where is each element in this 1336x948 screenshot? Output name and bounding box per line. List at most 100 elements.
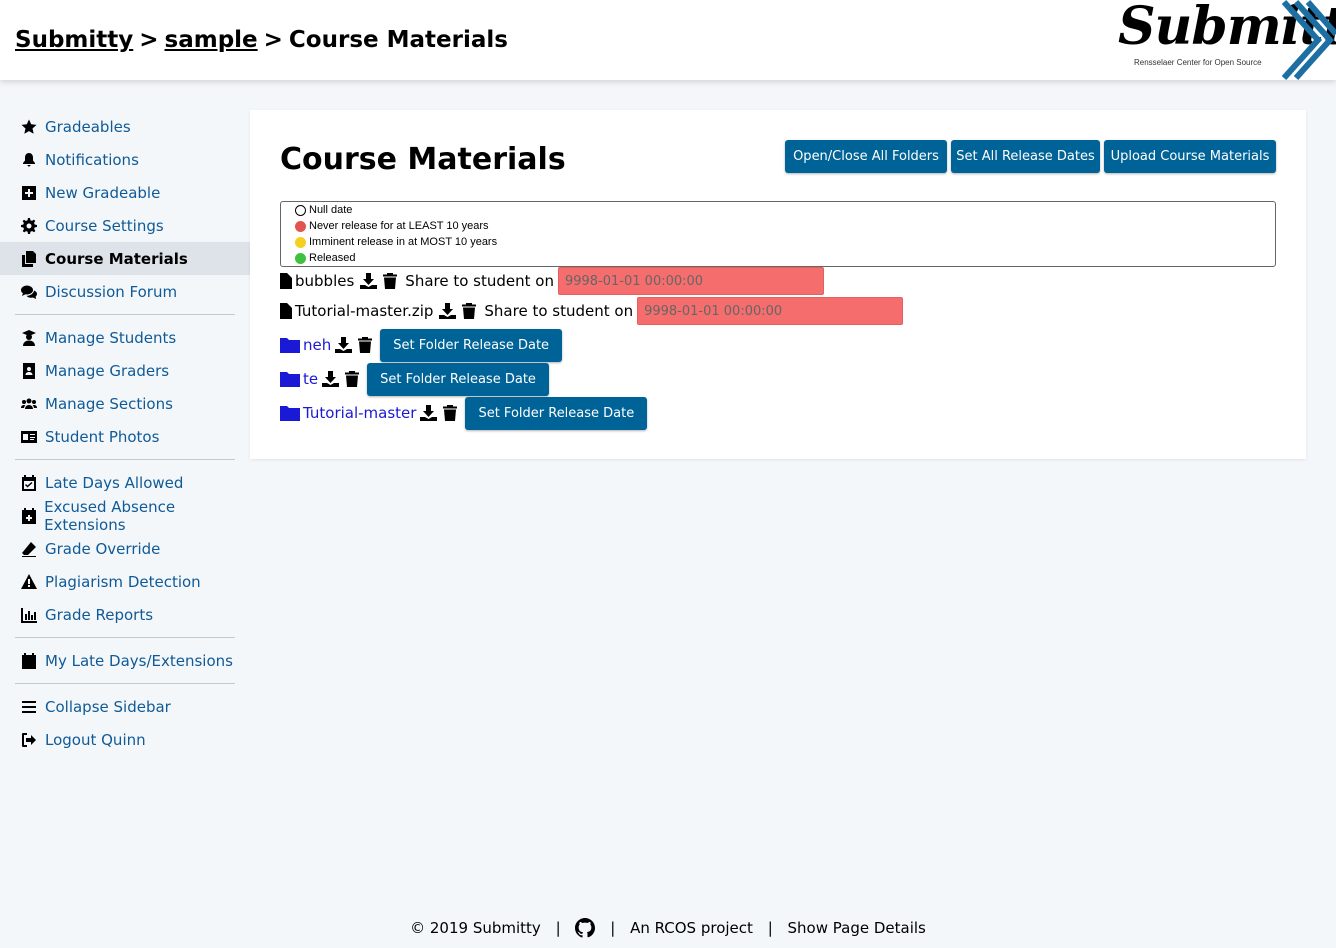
- breadcrumb-submitty-link[interactable]: Submitty: [15, 27, 133, 53]
- file-icon: [280, 273, 292, 289]
- file-icon: [280, 303, 292, 319]
- sidebar-item-manage-sections[interactable]: Manage Sections: [0, 387, 250, 420]
- folder-icon[interactable]: [280, 371, 300, 387]
- sidebar-item-label: Discussion Forum: [45, 282, 178, 301]
- sidebar-item-discussion-forum[interactable]: Discussion Forum: [0, 275, 250, 308]
- breadcrumb-course-link[interactable]: sample: [165, 27, 258, 53]
- download-icon[interactable]: [335, 337, 353, 353]
- upload-course-materials-button[interactable]: Upload Course Materials: [1104, 140, 1276, 173]
- calendar-check-icon: [20, 474, 38, 492]
- release-date-input[interactable]: [637, 297, 904, 325]
- file-name[interactable]: Tutorial-master.zip: [295, 302, 433, 320]
- sidebar-item-collapse-sidebar[interactable]: Collapse Sidebar: [0, 690, 250, 723]
- sidebar-item-course-settings[interactable]: Course Settings: [0, 209, 250, 242]
- sidebar-item-plagiarism-detection[interactable]: Plagiarism Detection: [0, 565, 250, 598]
- folder-row: te Set Folder Release Date: [280, 362, 549, 396]
- eraser-icon: [20, 540, 38, 558]
- chart-icon: [20, 606, 38, 624]
- trash-icon[interactable]: [358, 337, 373, 353]
- comments-icon: [20, 283, 38, 301]
- bars-icon: [20, 698, 38, 716]
- users-icon: [20, 395, 38, 413]
- sidebar-divider: [15, 683, 235, 684]
- address-book-icon: [20, 362, 38, 380]
- footer-separator: |: [610, 919, 616, 937]
- sidebar-item-course-materials[interactable]: Course Materials: [0, 242, 250, 275]
- breadcrumb-separator: >: [263, 27, 283, 53]
- open-close-all-folders-button[interactable]: Open/Close All Folders: [785, 140, 947, 173]
- legend-item: Null date: [295, 202, 352, 218]
- download-icon[interactable]: [322, 371, 340, 387]
- released-dot-icon: [295, 252, 306, 264]
- trash-icon[interactable]: [462, 303, 477, 319]
- file-row: bubbles Share to student on: [280, 267, 824, 295]
- legend-label: Null date: [309, 204, 353, 216]
- folder-row: neh Set Folder Release Date: [280, 328, 563, 362]
- footer-separator: |: [555, 919, 561, 937]
- share-label: Share to student on: [484, 302, 634, 320]
- download-icon[interactable]: [360, 273, 378, 289]
- sidebar-item-grade-override[interactable]: Grade Override: [0, 532, 250, 565]
- rcos-link[interactable]: An RCOS project: [630, 919, 753, 937]
- header: Submitty>sample>Course Materials Submitt…: [0, 0, 1336, 80]
- legend-item: Released: [295, 250, 355, 266]
- legend-label: Never release for at LEAST 10 years: [309, 220, 489, 232]
- submitty-logo[interactable]: Submitty Rensselaer Center for Open Sour…: [1116, 0, 1336, 80]
- set-folder-release-date-button[interactable]: Set Folder Release Date: [380, 328, 563, 362]
- set-folder-release-date-button[interactable]: Set Folder Release Date: [367, 362, 549, 396]
- set-folder-release-date-button[interactable]: Set Folder Release Date: [465, 396, 648, 430]
- folder-name-link[interactable]: neh: [303, 336, 331, 354]
- imminent-release-dot-icon: [295, 236, 306, 248]
- footer-separator: |: [767, 919, 773, 937]
- sidebar-item-my-late-days[interactable]: My Late Days/Extensions: [0, 644, 250, 677]
- user-graduate-icon: [20, 329, 38, 347]
- legend-item: Imminent release in at MOST 10 years: [295, 234, 497, 250]
- sidebar-item-manage-students[interactable]: Manage Students: [0, 321, 250, 354]
- logo-chevrons-icon: [1281, 0, 1336, 80]
- folder-name-link[interactable]: te: [303, 370, 318, 388]
- sidebar-item-label: Logout Quinn: [45, 730, 146, 749]
- download-icon[interactable]: [420, 405, 438, 421]
- calendar-icon: [20, 652, 38, 670]
- file-name[interactable]: bubbles: [295, 272, 354, 290]
- sidebar-item-new-gradeable[interactable]: New Gradeable: [0, 176, 250, 209]
- sidebar-item-logout[interactable]: Logout Quinn: [0, 723, 250, 756]
- sign-out-icon: [20, 731, 38, 749]
- sidebar-item-late-days-allowed[interactable]: Late Days Allowed: [0, 466, 250, 499]
- id-card-icon: [20, 428, 38, 446]
- folder-name-link[interactable]: Tutorial-master: [303, 404, 416, 422]
- github-icon[interactable]: [575, 918, 596, 938]
- sidebar-item-label: New Gradeable: [45, 183, 161, 202]
- trash-icon[interactable]: [383, 273, 398, 289]
- set-all-release-dates-button[interactable]: Set All Release Dates: [951, 140, 1100, 173]
- bell-icon: [20, 151, 38, 169]
- breadcrumb-current: Course Materials: [288, 27, 508, 53]
- warning-icon: [20, 573, 38, 591]
- legend-label: Imminent release in at MOST 10 years: [309, 236, 498, 248]
- footer-copyright: © 2019 Submitty: [410, 919, 541, 937]
- sidebar-item-excused-absence[interactable]: Excused Absence Extensions: [0, 498, 250, 534]
- trash-icon[interactable]: [443, 405, 458, 421]
- sidebar-item-manage-graders[interactable]: Manage Graders: [0, 354, 250, 387]
- calendar-plus-icon: [20, 507, 37, 525]
- folder-icon[interactable]: [280, 337, 300, 353]
- trash-icon[interactable]: [345, 371, 360, 387]
- sidebar-item-label: Gradeables: [45, 117, 131, 136]
- sidebar-item-notifications[interactable]: Notifications: [0, 143, 250, 176]
- star-icon: [20, 118, 38, 136]
- sidebar-item-grade-reports[interactable]: Grade Reports: [0, 598, 250, 631]
- course-materials-panel: Course Materials Open/Close All Folders …: [250, 110, 1306, 459]
- legend-label: Released: [309, 252, 356, 264]
- never-release-dot-icon: [295, 220, 306, 232]
- show-page-details-link[interactable]: Show Page Details: [788, 919, 926, 937]
- folder-icon[interactable]: [280, 405, 300, 421]
- folder-row: Tutorial-master Set Folder Release Date: [280, 396, 648, 430]
- release-date-input[interactable]: [557, 267, 824, 295]
- share-label: Share to student on: [405, 272, 554, 290]
- breadcrumb: Submitty > sample > Course Materials: [15, 27, 508, 53]
- sidebar-item-label: Grade Reports: [45, 605, 154, 624]
- sidebar-item-gradeables[interactable]: Gradeables: [0, 110, 250, 143]
- sidebar-item-student-photos[interactable]: Student Photos: [0, 420, 250, 453]
- download-icon[interactable]: [439, 303, 457, 319]
- breadcrumb-separator: >: [139, 27, 159, 53]
